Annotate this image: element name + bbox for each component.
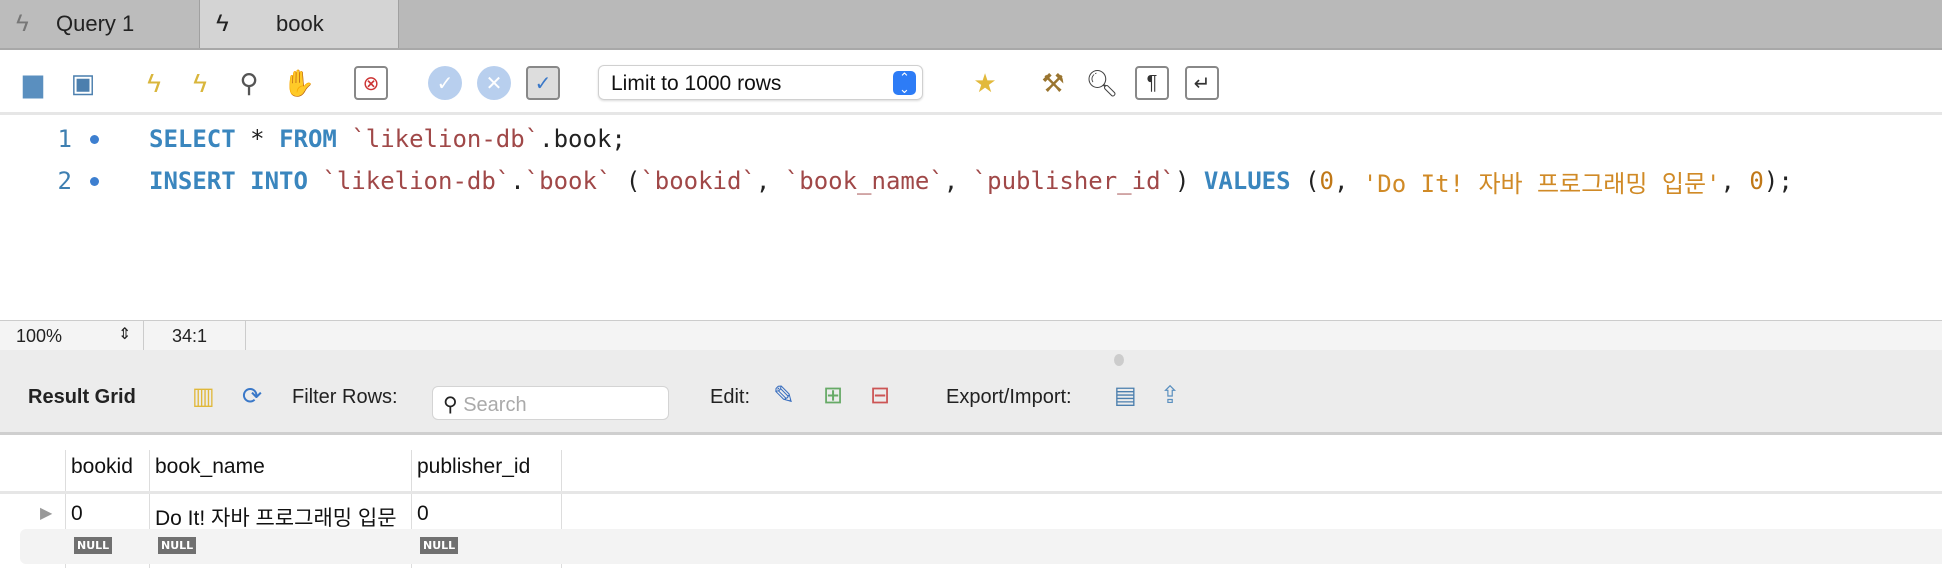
invisible-chars-icon[interactable]: ¶	[1135, 66, 1169, 100]
number-literal: 0	[1749, 167, 1764, 195]
edit-label: Edit:	[710, 386, 751, 408]
execute-current-icon[interactable]: ϟ	[183, 66, 217, 100]
keyword: FROM	[279, 125, 337, 153]
keyword: INTO	[250, 167, 308, 195]
line-number: 1	[57, 125, 72, 153]
autocommit-toggle-icon[interactable]: ✓	[526, 66, 560, 100]
beautify-broom-icon[interactable]: ⚒	[1036, 66, 1070, 100]
table-cell[interactable]: Do It! 자바 프로그래밍 입문	[155, 502, 397, 532]
identifier: `likelion-db`	[351, 125, 540, 153]
statement-dot-icon	[90, 134, 99, 144]
identifier: `likelion-db`	[322, 167, 511, 195]
new-row-placeholder[interactable]	[20, 529, 1942, 564]
sql-editor[interactable]: 1 SELECT * FROM `likelion-db` .book; 2 INSE…	[0, 115, 1942, 320]
identifier: `publisher_id`	[972, 167, 1175, 195]
sql-toolbar: ▆ ▣ ϟ ϟ ⚲ ✋ ⊗ ✓ ✕ ✓ Limit to 1000 rows ⌃ ⌄…	[0, 50, 1942, 115]
column-header-book-name[interactable]: book_name	[155, 455, 265, 479]
column-toggle-icon[interactable]: ▥	[192, 382, 215, 411]
punct: )	[1174, 167, 1204, 195]
find-replace-icon[interactable]: 🔍︎	[1085, 66, 1119, 100]
punct: (	[611, 167, 641, 195]
cursor-position: 34:1	[172, 326, 208, 346]
column-header-publisher-id[interactable]: publisher_id	[417, 455, 530, 479]
punct: ,	[755, 167, 785, 195]
stop-on-error-icon[interactable]: ⊗	[354, 66, 388, 100]
filter-rows-label: Filter Rows:	[292, 386, 398, 408]
export-icon[interactable]: ▤	[1114, 381, 1137, 410]
punct: ,	[943, 167, 973, 195]
stop-icon[interactable]: ✋	[282, 66, 316, 100]
rollback-icon[interactable]: ✕	[477, 66, 511, 100]
chevron-updown-icon: ⌃ ⌄	[893, 71, 916, 95]
splitter-handle[interactable]	[1114, 354, 1124, 366]
punct: (	[1290, 167, 1320, 195]
edit-cell-icon[interactable]: ✎	[773, 380, 795, 411]
null-badge[interactable]: NULL	[74, 537, 113, 554]
number-literal: 0	[1319, 167, 1334, 195]
filter-search-input[interactable]: ⚲ Search	[432, 386, 669, 420]
table-cell[interactable]: 0	[71, 502, 83, 526]
tab-label: book	[276, 11, 324, 36]
execute-icon[interactable]: ϟ	[137, 66, 171, 100]
lightning-icon: ϟ	[16, 10, 29, 37]
punct: ,	[1720, 167, 1750, 195]
lightning-icon: ϟ	[216, 10, 229, 37]
limit-rows-select[interactable]: Limit to 1000 rows ⌃ ⌄	[598, 65, 923, 100]
identifier: `book`	[524, 167, 612, 195]
string-literal: 'Do It! 자바 프로그래밍 입문'	[1362, 169, 1721, 198]
column-header-bookid[interactable]: bookid	[71, 455, 133, 479]
zoom-stepper-icon[interactable]: ⇕	[118, 324, 131, 344]
editor-status-bar: 100% ⇕ 34:1	[0, 320, 1942, 351]
result-grid-label: Result Grid	[28, 386, 136, 408]
commit-icon[interactable]: ✓	[428, 66, 462, 100]
add-snippet-star-icon[interactable]: ★	[968, 66, 1002, 100]
tab-query-1[interactable]: ϟ Query 1	[0, 0, 200, 48]
identifier: `bookid`	[640, 167, 756, 195]
identifier: `book_name`	[784, 167, 944, 195]
editor-line-1: 1 SELECT * FROM `likelion-db` .book;	[0, 121, 626, 157]
result-toolbar: Result Grid ▥ ⟳ Filter Rows: ⚲ Search Ed…	[0, 350, 1942, 435]
explain-icon[interactable]: ⚲	[232, 66, 266, 100]
zoom-level[interactable]: 100%	[16, 326, 62, 347]
word-wrap-icon[interactable]: ↵	[1185, 66, 1219, 100]
punct: ,	[1333, 167, 1363, 195]
punct: .	[510, 167, 525, 195]
tab-book[interactable]: ϟ book	[200, 0, 399, 48]
search-icon: ⚲	[443, 394, 458, 416]
export-import-label: Export/Import:	[946, 386, 1072, 408]
keyword: SELECT	[149, 125, 236, 153]
delete-row-icon[interactable]: ⊟	[870, 381, 890, 410]
row-pointer-icon: ▶	[40, 505, 53, 522]
import-icon[interactable]: ⇪	[1160, 381, 1180, 410]
tab-label: Query 1	[56, 11, 135, 36]
keyword: VALUES	[1203, 167, 1291, 195]
open-folder-icon[interactable]: ▆	[16, 66, 50, 100]
punct: );	[1763, 167, 1793, 195]
line-number: 2	[57, 167, 72, 195]
keyword: INSERT	[149, 167, 236, 195]
add-row-icon[interactable]: ⊞	[823, 381, 843, 410]
operator: *	[235, 125, 280, 153]
result-grid: bookid book_name publisher_id ▶ 0 Do It!…	[0, 435, 1942, 568]
save-icon[interactable]: ▣	[66, 66, 100, 100]
table-cell[interactable]: 0	[417, 502, 429, 526]
null-badge[interactable]: NULL	[420, 537, 459, 554]
search-placeholder: Search	[463, 394, 527, 416]
null-badge[interactable]: NULL	[158, 537, 197, 554]
refresh-icon[interactable]: ⟳	[242, 382, 262, 411]
statement-dot-icon	[90, 176, 99, 186]
identifier-rest: .book;	[539, 125, 626, 153]
limit-rows-value: Limit to 1000 rows	[611, 72, 782, 95]
tab-bar: ϟ Query 1 ϟ book	[0, 0, 1942, 50]
editor-line-2: 2 INSERT INTO `likelion-db`. `book` (`book…	[0, 163, 1793, 199]
